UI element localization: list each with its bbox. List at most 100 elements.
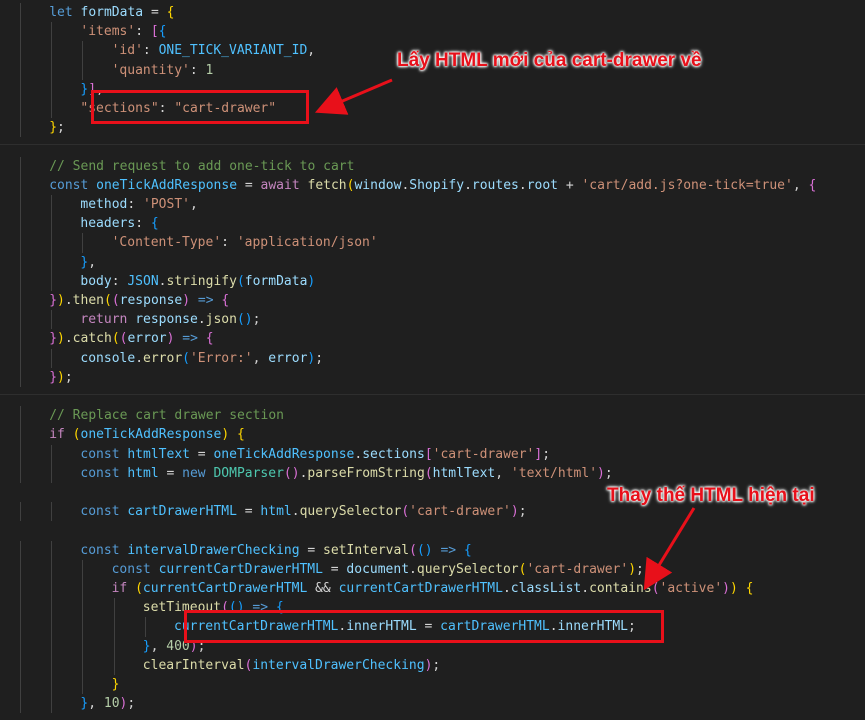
- indent-guide: [20, 175, 21, 195]
- indent-guide: [51, 233, 53, 253]
- code-token: html: [260, 504, 292, 520]
- code-token: clearInterval: [142, 657, 245, 673]
- code-token: {: [205, 331, 214, 347]
- code-token: new: [182, 465, 206, 481]
- code-token: }: [49, 331, 58, 347]
- code-line: if (currentCartDrawerHTML && currentCart…: [112, 579, 754, 598]
- indent-guide: [51, 502, 53, 522]
- code-token: 'quantity': [111, 62, 190, 78]
- indent-guide: [51, 579, 53, 599]
- code-token: oneTickAddResponse: [96, 177, 238, 193]
- code-token: window: [354, 177, 402, 193]
- section-divider: [0, 144, 865, 145]
- code-token: json: [205, 312, 237, 328]
- code-token: ): [189, 638, 198, 654]
- indent-guide: [20, 675, 21, 695]
- code-token: sections: [362, 446, 425, 462]
- indent-guide: [51, 99, 53, 119]
- code-token: (: [111, 293, 120, 308]
- code-token: =: [143, 5, 167, 20]
- code-token: (: [72, 427, 81, 443]
- code-token: ): [722, 581, 730, 596]
- indent-guide: [20, 329, 21, 349]
- code-token: contains: [589, 581, 652, 596]
- indent-guide: [20, 444, 21, 464]
- code-token: const: [80, 504, 120, 520]
- code-line: // Send request to add one-tick to cart: [49, 157, 354, 176]
- code-token: }: [111, 677, 120, 692]
- code-token: }: [49, 369, 58, 385]
- code-token: =>: [182, 331, 198, 347]
- code-token: }: [49, 293, 58, 308]
- code-token: response: [135, 312, 198, 328]
- code-token: {: [221, 293, 230, 308]
- code-token: cartDrawerHTML: [127, 504, 237, 520]
- code-line: const intervalDrawerChecking = setInterv…: [80, 541, 471, 560]
- code-token: =: [416, 619, 441, 635]
- code-token: const: [80, 542, 120, 558]
- section-divider: [0, 394, 865, 395]
- code-token: ,: [792, 177, 809, 193]
- code-token: currentCartDrawerHTML: [142, 581, 308, 596]
- code-token: ;: [628, 619, 636, 635]
- code-token: 400: [166, 638, 190, 654]
- code-token: ]: [88, 81, 97, 97]
- indent-guide: [51, 214, 53, 234]
- code-token: =>: [252, 600, 269, 616]
- code-token: 'items': [80, 24, 136, 40]
- code-token: ,: [495, 465, 511, 481]
- code-token: "sections": [80, 101, 159, 116]
- code-token: 'cart-drawer': [432, 446, 535, 462]
- code-token: formData: [80, 5, 144, 20]
- code-token: {: [150, 216, 159, 232]
- code-token: 1: [205, 62, 214, 78]
- indent-guide: [20, 655, 21, 675]
- code-token: .: [354, 446, 363, 462]
- code-line: "sections": "cart-drawer": [80, 99, 276, 118]
- code-token: formData: [244, 273, 308, 289]
- code-token: intervalDrawerChecking: [252, 657, 425, 673]
- code-line: setTimeout(() => {: [143, 598, 284, 617]
- indent-guide: [20, 195, 21, 215]
- indent-guide: [113, 655, 115, 675]
- code-token: (: [409, 542, 417, 558]
- code-token: ,: [96, 81, 104, 97]
- code-line: body: JSON.stringify(formData): [80, 272, 315, 291]
- code-token: ;: [127, 696, 136, 712]
- annotation-top: Lấy HTML mới của cart-drawer về: [397, 50, 702, 71]
- code-line: 'id': ONE_TICK_VARIANT_ID,: [112, 41, 316, 60]
- code-token: (: [424, 465, 433, 481]
- code-token: :: [189, 62, 206, 78]
- code-line: }).catch((error) => {: [49, 329, 213, 348]
- code-token: {: [745, 581, 754, 596]
- indent-guide: [20, 214, 21, 234]
- code-token: 'cart-drawer': [409, 504, 511, 520]
- code-token: ,: [252, 350, 269, 366]
- code-token: let: [49, 5, 73, 20]
- indent-guide: [20, 598, 21, 618]
- indent-guide: [20, 617, 21, 637]
- code-token: await: [260, 177, 300, 193]
- code-token: (: [236, 273, 245, 289]
- indent-guide: [20, 271, 21, 291]
- code-editor[interactable]: let formData = {'items': [{'id': ONE_TIC…: [0, 0, 865, 720]
- indent-guide: [51, 310, 53, 330]
- code-token: ): [307, 273, 316, 289]
- code-line: }, 10);: [80, 694, 135, 713]
- code-token: oneTickAddResponse: [80, 427, 222, 443]
- code-token: ;: [252, 312, 261, 328]
- code-token: {: [463, 542, 472, 558]
- code-token: html: [127, 465, 159, 481]
- indent-guide: [82, 233, 84, 253]
- code-token: ,: [150, 638, 167, 654]
- code-token: catch: [72, 331, 112, 347]
- code-token: =>: [440, 542, 457, 558]
- code-line: const cartDrawerHTML = html.querySelecto…: [80, 502, 526, 521]
- indent-guide: [144, 617, 146, 637]
- code-token: :: [221, 235, 237, 251]
- code-token: 'Content-Type': [111, 235, 222, 251]
- code-token: 'application/json': [236, 235, 378, 251]
